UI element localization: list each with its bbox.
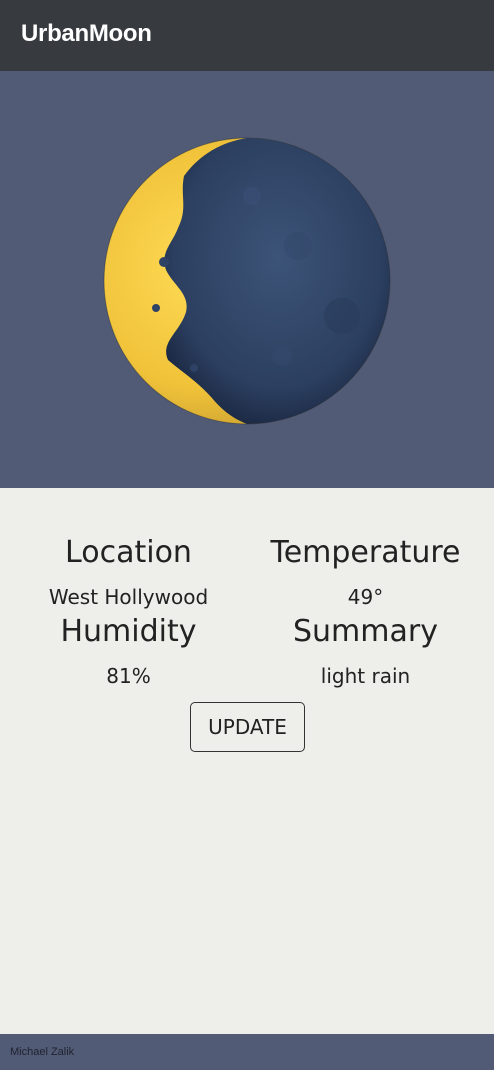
app-title[interactable]: UrbanMoon — [21, 20, 152, 48]
top-navbar: UrbanMoon — [0, 0, 494, 71]
moon-phase-icon — [103, 137, 391, 425]
summary-heading: Summary — [293, 614, 438, 649]
location-value: West Hollywood — [48, 585, 209, 609]
update-button[interactable]: UPDATE — [190, 702, 305, 752]
location-heading: Location — [65, 535, 192, 570]
weather-panel: Location West Hollywood Humidity 81% Tem… — [0, 488, 494, 1034]
temperature-value: 49° — [347, 585, 384, 609]
summary-value: light rain — [320, 664, 411, 688]
moon-hero — [0, 71, 494, 488]
humidity-heading: Humidity — [60, 614, 197, 649]
humidity-value: 81% — [106, 664, 151, 688]
footer-author: Michael Zalik — [10, 1046, 75, 1058]
moon-image — [102, 136, 392, 426]
footer: Michael Zalik — [0, 1034, 494, 1070]
temperature-heading: Temperature — [270, 535, 461, 570]
